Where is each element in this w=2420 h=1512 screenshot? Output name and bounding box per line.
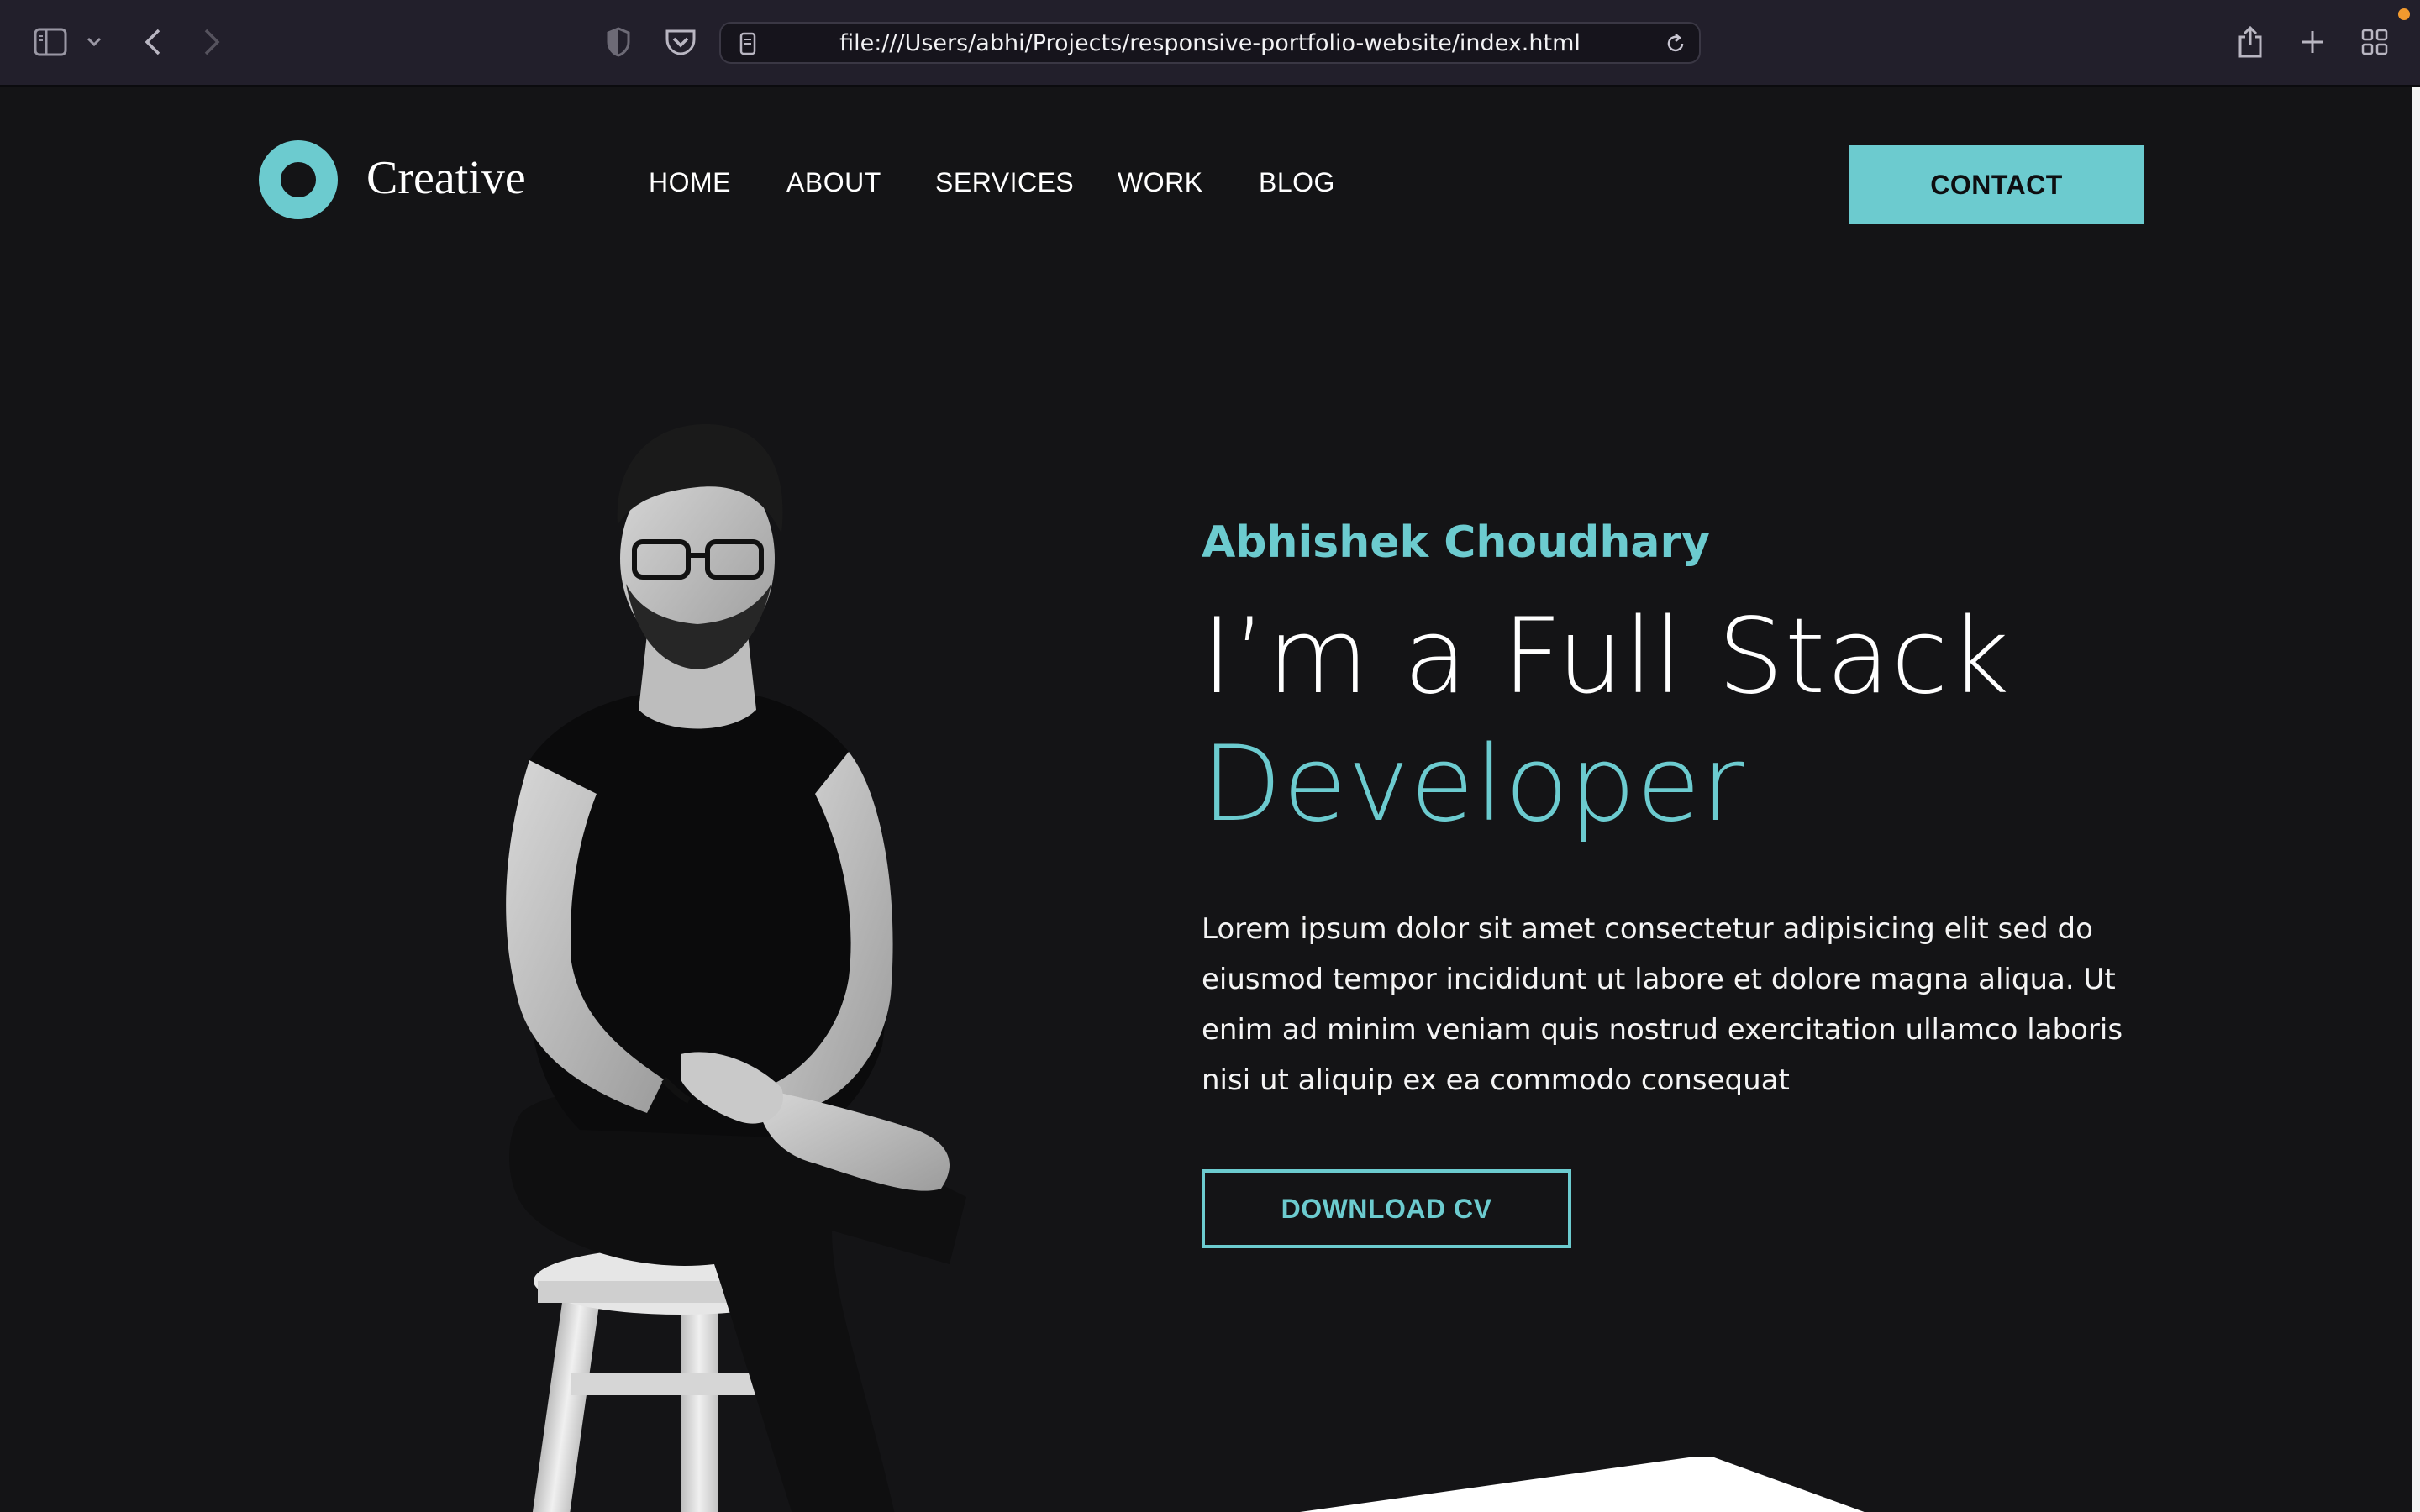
decorative-shape [1299,1457,1865,1512]
tab-overview-icon[interactable] [2354,22,2395,62]
browser-toolbar: file:///Users/abhi/Projects/responsive-p… [0,0,2420,87]
download-cv-button[interactable]: DOWNLOAD CV [1202,1169,1571,1248]
hero-title: I’m a Full Stack Developer [1202,593,2176,848]
nav-services-link[interactable]: SERVICES [935,165,1074,199]
hero-title-line1: I’m a Full Stack [1202,596,2011,717]
hero-name: Abhishek Choudhary [1202,517,1711,568]
portfolio-page: Creative HOME ABOUT SERVICES WORK BLOG C… [0,88,2412,1512]
address-bar[interactable]: file:///Users/abhi/Projects/responsive-p… [719,22,1701,64]
nav-about-link[interactable]: ABOUT [786,165,881,199]
brand-name[interactable]: Creative [366,149,526,207]
reload-icon[interactable] [1664,32,1687,55]
back-arrow-icon[interactable] [133,22,173,62]
scrollbar[interactable] [2412,87,2420,1512]
url-text[interactable]: file:///Users/abhi/Projects/responsive-p… [721,24,1699,64]
nav-blog-link[interactable]: BLOG [1259,165,1335,199]
shield-icon[interactable] [598,22,639,62]
hero-description: Lorem ipsum dolor sit amet consectetur a… [1202,912,2123,1097]
logo-ring-icon[interactable] [259,140,338,219]
hero-section: Abhishek Choudhary I’m a Full Stack Deve… [1202,512,2176,1248]
plus-icon[interactable] [2292,22,2333,62]
nav-home-link[interactable]: HOME [649,165,731,199]
chevron-down-icon[interactable] [77,22,111,62]
contact-button[interactable]: CONTACT [1849,145,2144,224]
notification-dot [2398,8,2410,20]
pocket-icon[interactable] [660,22,701,62]
portrait-image [506,424,966,1512]
share-icon[interactable] [2230,22,2270,62]
nav-work-link[interactable]: WORK [1118,165,1203,199]
hero-title-line2: Developer [1202,724,1745,845]
forward-arrow-icon[interactable] [192,22,232,62]
sidebar-icon[interactable] [30,22,71,62]
